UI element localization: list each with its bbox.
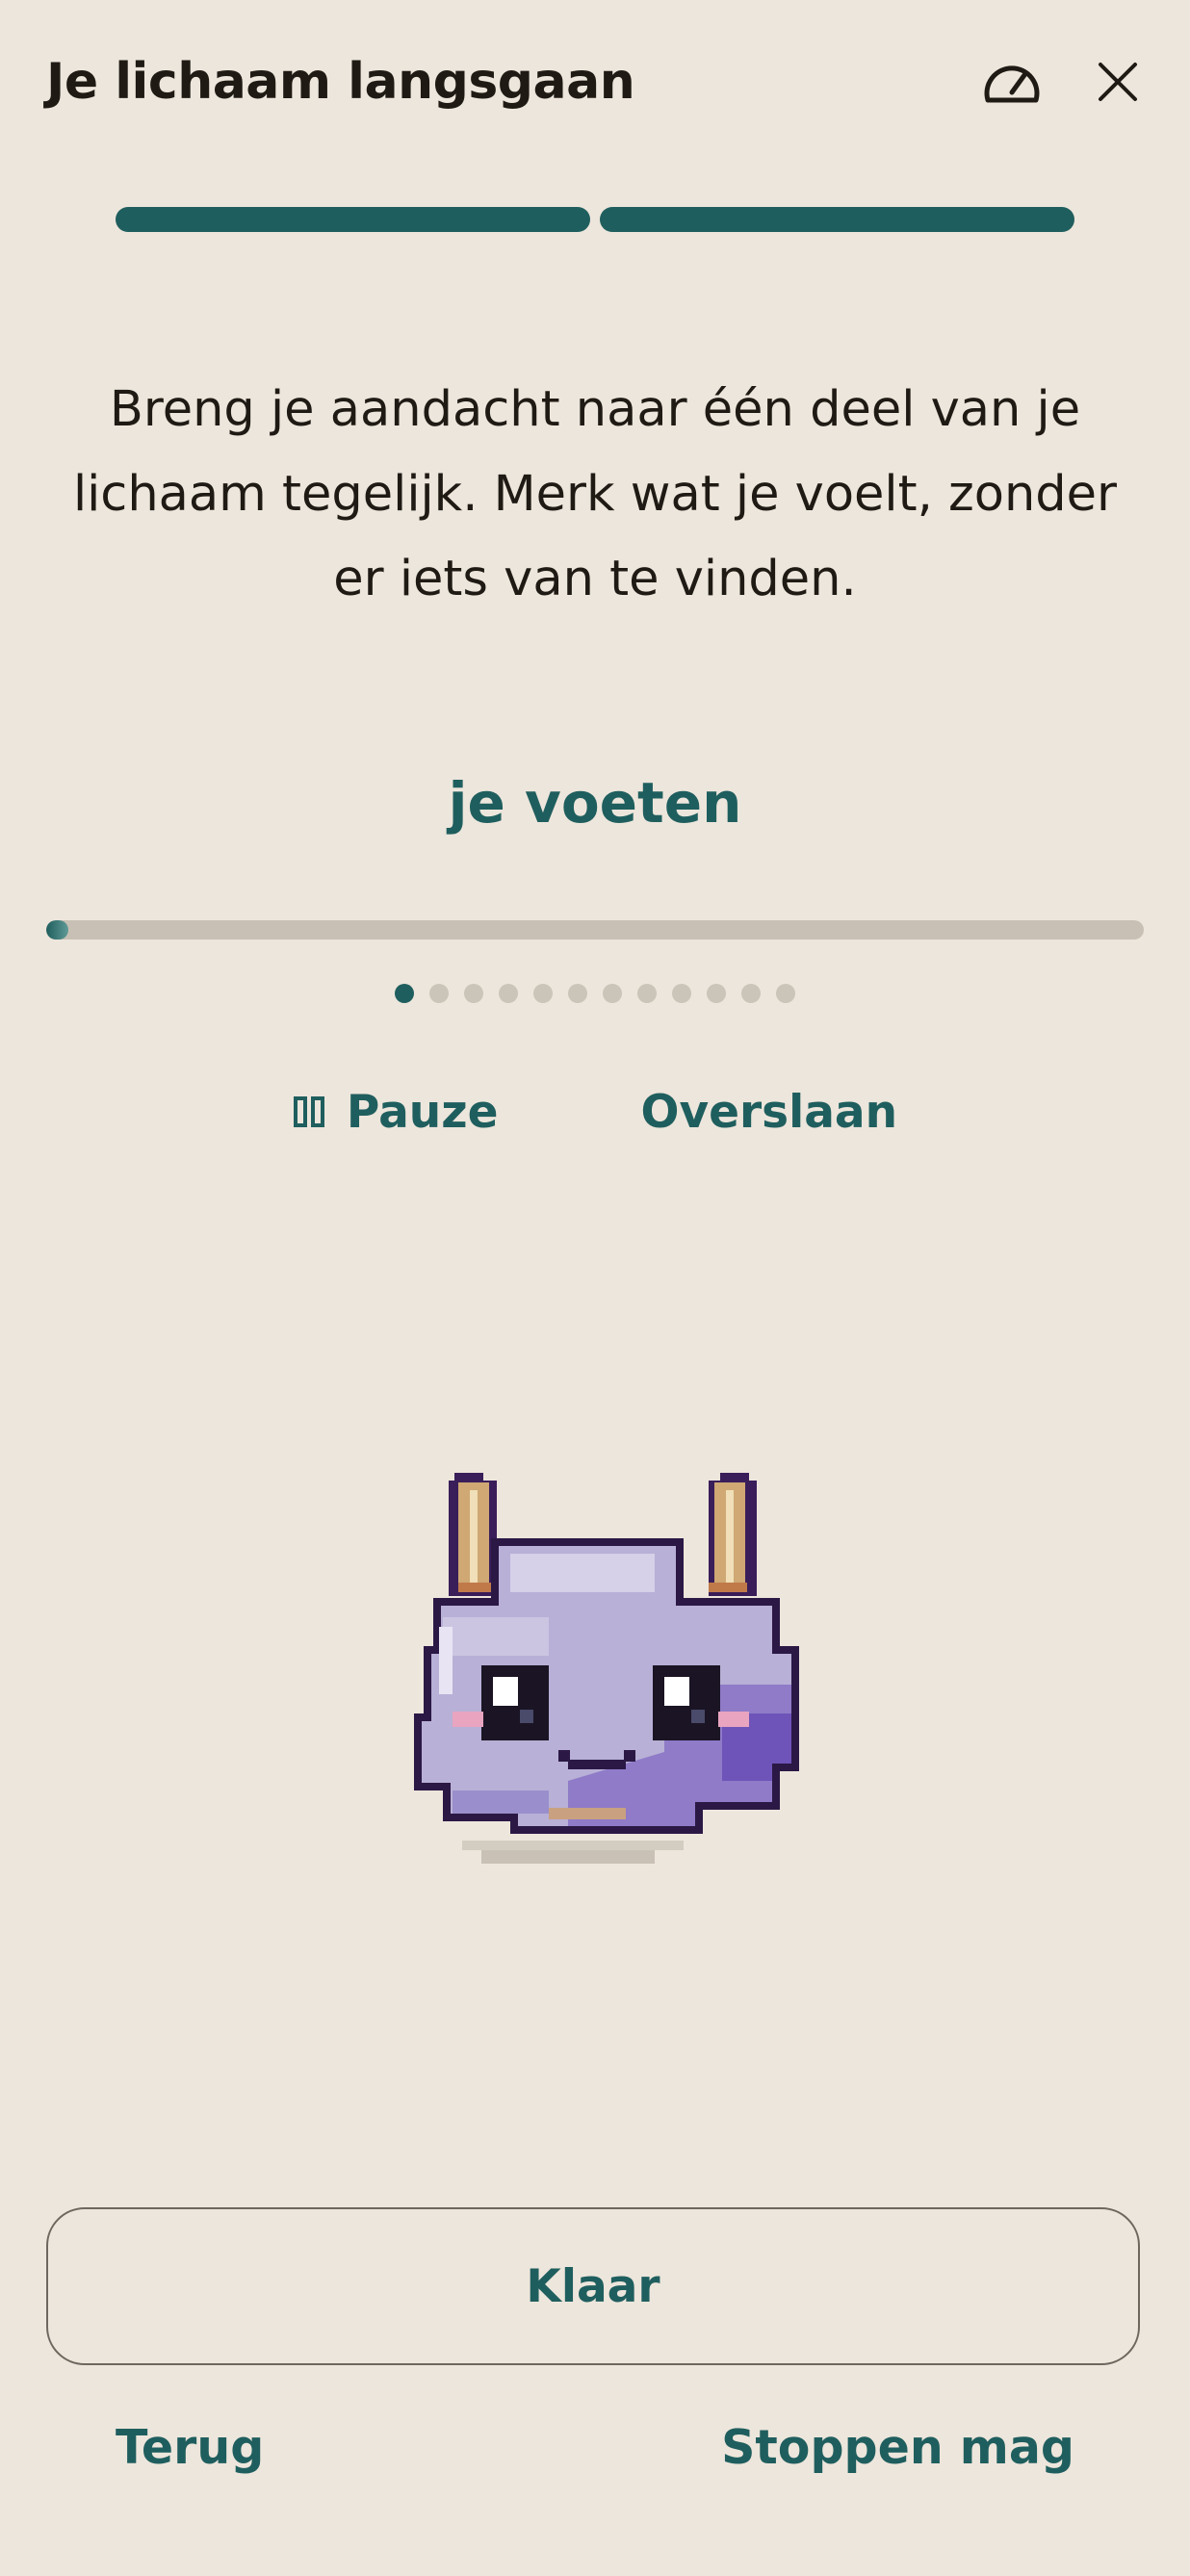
skip-label: Overslaan — [640, 1085, 898, 1139]
speed-button[interactable] — [978, 48, 1046, 116]
step-dot — [464, 984, 483, 1003]
header: Je lichaam langsgaan — [46, 48, 1151, 116]
current-body-part: je voeten — [448, 770, 742, 836]
close-button[interactable] — [1084, 48, 1151, 116]
instruction-text: Breng je aandacht naar één deel van je l… — [72, 381, 1118, 607]
step-dot — [568, 984, 587, 1003]
step-dot — [741, 984, 761, 1003]
skip-button[interactable]: Overslaan — [640, 1086, 897, 1139]
step-dots — [0, 984, 1190, 1003]
page-title: Je lichaam langsgaan — [46, 53, 635, 111]
step-dot — [707, 984, 726, 1003]
step-dot — [533, 984, 553, 1003]
playback-controls: Pauze Overslaan — [0, 1078, 1190, 1146]
step-dot — [429, 984, 449, 1003]
stop-link[interactable]: Stoppen mag — [721, 2420, 1074, 2475]
step-dot — [672, 984, 691, 1003]
pause-icon — [293, 1096, 324, 1127]
step-dot — [776, 984, 795, 1003]
speedometer-icon — [984, 65, 1040, 103]
done-button[interactable]: Klaar — [46, 2207, 1140, 2365]
step-dot — [603, 984, 622, 1003]
step-dot — [395, 984, 414, 1003]
timer-progress-bar — [46, 920, 1144, 940]
mascot-image — [414, 1473, 799, 1864]
timer-progress-fill — [46, 920, 68, 940]
step-progress-2 — [600, 207, 1074, 232]
pause-label: Pauze — [346, 1085, 499, 1139]
close-icon — [1099, 63, 1137, 101]
pause-button[interactable]: Pauze — [293, 1085, 499, 1139]
step-dot — [499, 984, 518, 1003]
step-dot — [637, 984, 657, 1003]
step-progress-1 — [116, 207, 590, 232]
back-link[interactable]: Terug — [116, 2420, 264, 2475]
